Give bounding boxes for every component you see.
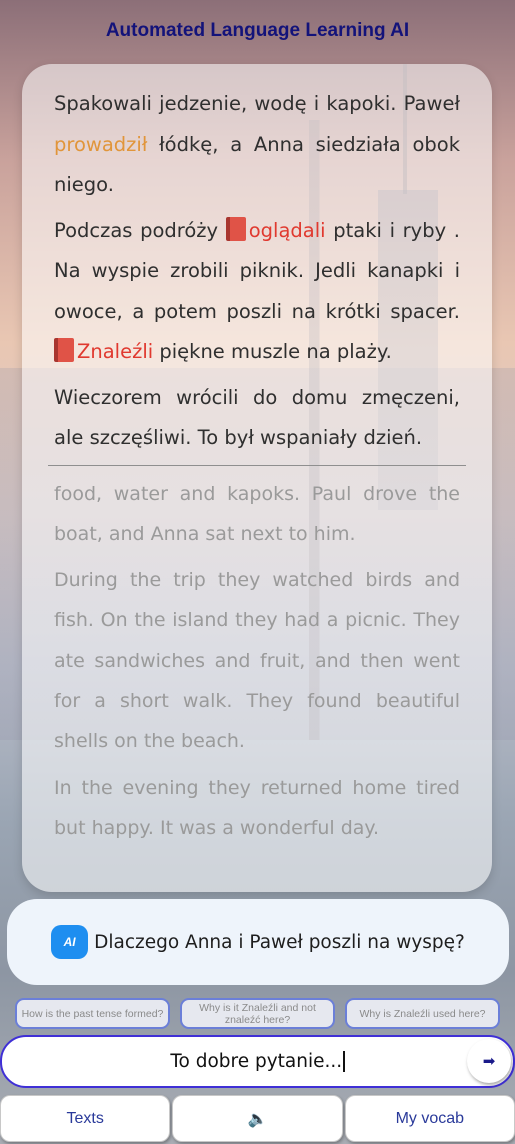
text-caret xyxy=(343,1051,345,1072)
suggestion-chip-past-tense[interactable]: How is the past tense formed? xyxy=(15,998,170,1029)
app-title: Automated Language Learning AI xyxy=(105,20,410,41)
answer-input-value[interactable]: To dobre pytanie... xyxy=(170,1051,342,1072)
english-paragraph-1: food, water and kapoks. Paul drove the b… xyxy=(54,482,460,545)
answer-input[interactable]: To dobre pytanie... ➡ xyxy=(0,1035,515,1088)
my-vocab-button[interactable]: My vocab xyxy=(344,1095,515,1142)
polish-paragraph-3: Wieczorem wrócili do domu zmęczeni, ale … xyxy=(54,378,460,459)
polish-paragraph-2: Podczas podróży oglądali ptaki i ryby . … xyxy=(54,211,460,373)
text-segment: Wieczorem wrócili do domu zmęczeni, ale … xyxy=(54,385,460,450)
english-paragraph-2: During the trip they watched birds and f… xyxy=(54,569,460,753)
text-segment: Podczas podróży xyxy=(54,218,226,242)
text-segment: piękne muszle na plaży. xyxy=(153,340,392,363)
red-book-icon xyxy=(54,338,74,362)
send-button[interactable]: ➡ xyxy=(467,1039,511,1083)
ai-question-text: Dlaczego Anna i Paweł poszli na wyspę? xyxy=(94,931,465,953)
highlighted-word-znalezli[interactable]: Znaleźli xyxy=(77,340,153,363)
suggestion-chip-znalezli-usage[interactable]: Why is Znaleźli used here? xyxy=(345,998,500,1029)
ai-badge-icon: AI xyxy=(51,925,89,959)
suggestion-chip-znalezli-vs-znalezc[interactable]: Why is it Znaleźli and not znaleźć here? xyxy=(180,998,335,1029)
ai-question-bubble: AI Dlaczego Anna i Paweł poszli na wyspę… xyxy=(7,899,509,985)
speaker-button[interactable]: 🔈 xyxy=(172,1095,343,1142)
reader-panel[interactable]: Spakowali jedzenie, wodę i kapoki. Paweł… xyxy=(22,64,492,892)
texts-button[interactable]: Texts xyxy=(0,1095,171,1142)
text-segment: Spakowali jedzenie, wodę i kapoki. Paweł xyxy=(54,92,460,115)
red-book-icon xyxy=(225,216,246,241)
translation-divider xyxy=(48,464,466,466)
english-paragraph-3: In the evening they returned home tired … xyxy=(54,776,460,839)
bottom-nav: Texts 🔈 My vocab xyxy=(0,1095,515,1144)
speaker-icon: 🔈 xyxy=(247,1110,268,1128)
suggestion-chips: How is the past tense formed? Why is it … xyxy=(15,998,500,1029)
send-arrow-icon: ➡ xyxy=(482,1052,496,1070)
polish-text: Spakowali jedzenie, wodę i kapoki. Paweł… xyxy=(54,84,460,459)
polish-paragraph-1: Spakowali jedzenie, wodę i kapoki. Paweł… xyxy=(54,84,460,206)
english-translation: food, water and kapoks. Paul drove the b… xyxy=(54,474,460,849)
highlighted-word-prowadzil[interactable]: prowadził xyxy=(54,133,147,156)
highlighted-word-ogladali[interactable]: oglądali xyxy=(249,219,326,242)
